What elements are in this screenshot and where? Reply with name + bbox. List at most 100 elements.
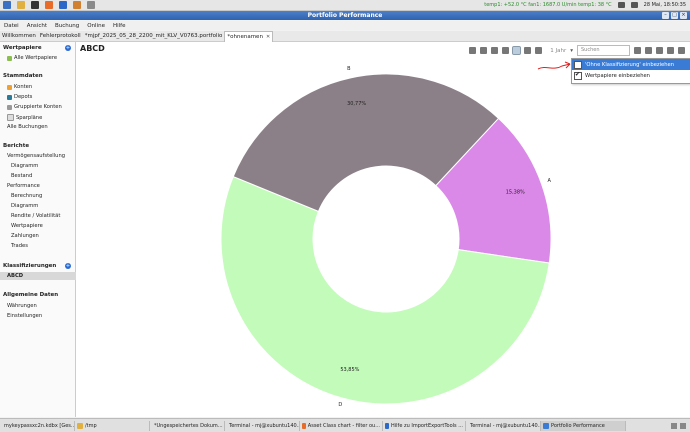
donut-view-icon[interactable] bbox=[512, 46, 522, 55]
add-klassifizierung-icon[interactable]: + bbox=[65, 263, 71, 269]
mail-icon[interactable] bbox=[59, 1, 67, 9]
navigation-sidebar: Wertpapiere + Alle Wertpapiere Stammdate… bbox=[0, 42, 79, 417]
menu-item-wertpapiere[interactable]: Wertpapiere einbeziehen bbox=[572, 70, 690, 81]
chevron-down-icon[interactable]: ▾ bbox=[570, 48, 573, 54]
period-selector[interactable]: 1 Jahr bbox=[550, 48, 566, 54]
workspace-icon[interactable] bbox=[671, 422, 677, 429]
sidebar-item-alle-wertpapiere[interactable]: Alle Wertpapiere bbox=[7, 55, 57, 61]
editor-icon[interactable] bbox=[87, 1, 95, 9]
sidebar-item-alle-buchungen[interactable]: Alle Buchungen bbox=[7, 124, 48, 130]
office-icon[interactable] bbox=[73, 1, 81, 9]
slice-percent-label: 53,85% bbox=[340, 367, 359, 373]
slice-category-label: D bbox=[338, 402, 342, 408]
task-hilfe[interactable]: Hilfe zu ImportExportTools ... bbox=[383, 420, 466, 431]
columns-icon[interactable] bbox=[667, 47, 674, 54]
sidebar-item-diagramm-2[interactable]: Diagramm bbox=[11, 203, 38, 209]
gear-icon[interactable] bbox=[678, 47, 685, 54]
donut-chart: 15,38% A 53,85% D 30,77% B bbox=[220, 66, 552, 408]
grouped-accounts-icon bbox=[7, 104, 12, 110]
menu-online[interactable]: Online bbox=[87, 23, 105, 29]
window-title-bar[interactable]: Portfolio Performance – □ × bbox=[0, 11, 690, 20]
task-terminal-2[interactable]: Terminal - mj@xubuntu140... bbox=[466, 420, 541, 431]
sidebar-item-vermoegensaufstellung[interactable]: Vermögensaufstellung bbox=[7, 153, 65, 159]
sidebar-item-performance[interactable]: Performance bbox=[7, 183, 40, 189]
sidebar-item-depots[interactable]: Depots bbox=[7, 94, 32, 100]
stacked-view-icon[interactable] bbox=[524, 47, 532, 54]
minimize-button[interactable]: – bbox=[662, 12, 669, 19]
menu-bar: Datei Ansicht Buchung Online Hilfe bbox=[0, 21, 690, 30]
slice-percent-label: 15,38% bbox=[506, 190, 525, 196]
sidebar-item-sparplaene[interactable]: Sparpläne bbox=[7, 114, 42, 121]
sidebar-item-waehrungen[interactable]: Währungen bbox=[7, 303, 37, 309]
view-toolbar: 1 Jahr ▾ Suchen bbox=[469, 45, 685, 56]
tab-ohnenamen[interactable]: *ohnenamen ✕ bbox=[224, 31, 274, 42]
section-stammdaten: Stammdaten bbox=[3, 73, 43, 79]
sidebar-item-zahlungen[interactable]: Zahlungen bbox=[11, 233, 39, 239]
main-content: 15,38% A 53,85% D 30,77% B ABCD 1 Jahr ▾ Such… bbox=[76, 42, 690, 417]
sidebar-item-trades[interactable]: Trades bbox=[11, 243, 28, 249]
securities-icon bbox=[7, 55, 12, 61]
sidebar-item-bestand[interactable]: Bestand bbox=[11, 173, 32, 179]
workspace-icon[interactable] bbox=[680, 422, 686, 429]
section-klassifizierungen: Klassifizierungen bbox=[3, 263, 57, 269]
task-editor[interactable]: *Ungespeichertes Dokum... bbox=[150, 420, 225, 431]
section-wertpapiere: Wertpapiere bbox=[3, 45, 42, 51]
sidebar-item-rendite[interactable]: Rendite / Volatilität bbox=[11, 213, 60, 219]
user-icon[interactable] bbox=[656, 47, 663, 54]
sidebar-item-konten[interactable]: Konten bbox=[7, 84, 32, 90]
browser-icon[interactable] bbox=[45, 1, 53, 9]
checkbox-wertpapiere[interactable] bbox=[574, 71, 582, 80]
task-tmp[interactable]: /tmp bbox=[75, 420, 150, 431]
section-berichte: Berichte bbox=[3, 143, 30, 149]
menu-datei[interactable]: Datei bbox=[4, 23, 19, 29]
window-controls: – □ × bbox=[662, 12, 687, 19]
menu-item-ohne-klassifizierung[interactable]: 'Ohne Klassifizierung' einbeziehen bbox=[572, 59, 690, 70]
system-top-bar: temp1: +52.0 °C fan1: 1687.0 U/min temp1… bbox=[0, 0, 690, 11]
table-view-icon[interactable] bbox=[469, 47, 477, 54]
sidebar-item-einstellungen[interactable]: Einstellungen bbox=[7, 313, 42, 319]
slice-category-label: A bbox=[548, 178, 552, 184]
task-keepassxc[interactable]: mykeypassxc2n.kdbx [Ges... bbox=[0, 420, 75, 431]
bar-view-icon[interactable] bbox=[502, 47, 510, 54]
sidebar-item-wertpapiere[interactable]: Wertpapiere bbox=[11, 223, 43, 229]
page-title: ABCD bbox=[80, 44, 105, 53]
network-icon[interactable] bbox=[617, 1, 625, 8]
task-terminal-1[interactable]: Terminal - mj@xubuntu140... bbox=[225, 420, 300, 431]
folder-icon[interactable] bbox=[17, 1, 25, 9]
add-wertpapier-icon[interactable]: + bbox=[65, 45, 71, 51]
history-view-icon[interactable] bbox=[535, 47, 543, 54]
filter-dropdown-menu: 'Ohne Klassifizierung' einbeziehen Wertp… bbox=[571, 58, 690, 84]
sidebar-item-diagramm-1[interactable]: Diagramm bbox=[11, 163, 38, 169]
terminal-icon[interactable] bbox=[31, 1, 39, 9]
tab-fehlerprotokoll[interactable]: Fehlerprotokoll bbox=[38, 31, 83, 41]
export-icon[interactable] bbox=[645, 47, 652, 54]
clock[interactable]: 28 Mai, 18:50:35 bbox=[644, 2, 686, 8]
sidebar-item-berechnung[interactable]: Berechnung bbox=[11, 193, 42, 199]
checkbox-ohne-klassifizierung[interactable] bbox=[574, 60, 582, 69]
menu-hilfe[interactable]: Hilfe bbox=[113, 23, 126, 29]
menu-buchung[interactable]: Buchung bbox=[55, 23, 79, 29]
sidebar-item-gruppierte-konten[interactable]: Gruppierte Konten bbox=[7, 104, 62, 110]
task-portfolio-performance[interactable]: Portfolio Performance bbox=[541, 420, 626, 431]
menu-ansicht[interactable]: Ansicht bbox=[27, 23, 47, 29]
tab-portfolio-file[interactable]: *mjpf_2025_05_28_2200_mit_KLV_V0763.port… bbox=[83, 31, 225, 41]
folder-icon bbox=[77, 422, 83, 429]
volume-icon[interactable] bbox=[630, 1, 638, 8]
sidebar-item-abcd[interactable]: ABCD bbox=[0, 272, 79, 280]
menu-icon[interactable] bbox=[3, 1, 11, 9]
editor-tab-bar: Willkommen Fehlerprotokoll *mjpf_2025_05… bbox=[0, 31, 690, 42]
annotation-arrow bbox=[537, 61, 571, 70]
tab-close-icon[interactable]: ✕ bbox=[266, 34, 270, 40]
pie-view-icon[interactable] bbox=[491, 47, 499, 54]
section-allgemeine-daten: Allgemeine Daten bbox=[3, 292, 59, 298]
slice-percent-label: 30,77% bbox=[347, 101, 366, 107]
quick-launch-icons bbox=[3, 1, 95, 9]
task-browser[interactable]: Asset Class chart - filter ou... bbox=[300, 420, 383, 431]
search-input[interactable]: Suchen bbox=[577, 45, 630, 56]
filter-icon[interactable] bbox=[634, 47, 641, 54]
taskbar-tray bbox=[626, 422, 690, 429]
maximize-button[interactable]: □ bbox=[671, 12, 678, 19]
close-button[interactable]: × bbox=[680, 12, 687, 19]
treemap-view-icon[interactable] bbox=[480, 47, 488, 54]
tab-willkommen[interactable]: Willkommen bbox=[0, 31, 38, 41]
